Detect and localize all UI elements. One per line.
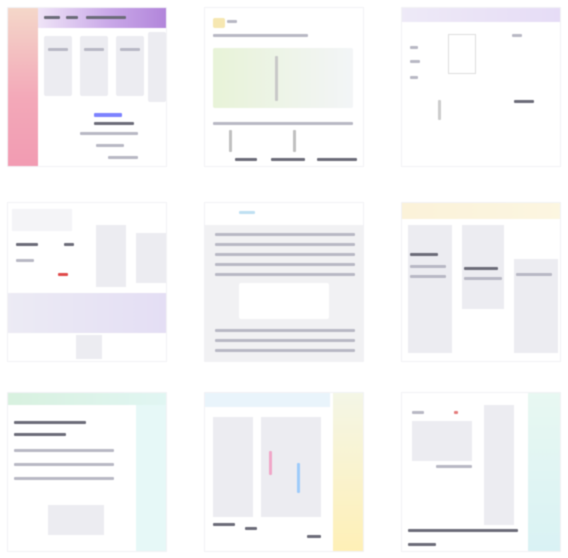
thumbnail-2[interactable] [204, 7, 364, 167]
thumbnail-5[interactable] [204, 202, 364, 362]
thumb-sidebar [528, 393, 560, 551]
thumbnail-1[interactable] [7, 7, 167, 167]
thumb-footer-band [8, 293, 166, 333]
thumb-header [402, 203, 560, 219]
thumb-sidebar [8, 8, 38, 166]
thumb-header [402, 8, 560, 22]
thumbnail-6[interactable] [401, 202, 561, 362]
thumbnail-9[interactable] [401, 392, 561, 552]
thumb-header [205, 393, 330, 407]
thumb-sidebar [136, 405, 166, 551]
thumbnail-8[interactable] [204, 392, 364, 552]
thumbnail-3[interactable] [401, 7, 561, 167]
thumbnail-grid [0, 0, 568, 558]
thumbnail-4[interactable] [7, 202, 167, 362]
thumb-content-block [213, 48, 353, 108]
thumb-header [8, 393, 166, 405]
thumb-sidebar [333, 393, 363, 551]
thumbnail-7[interactable] [7, 392, 167, 552]
